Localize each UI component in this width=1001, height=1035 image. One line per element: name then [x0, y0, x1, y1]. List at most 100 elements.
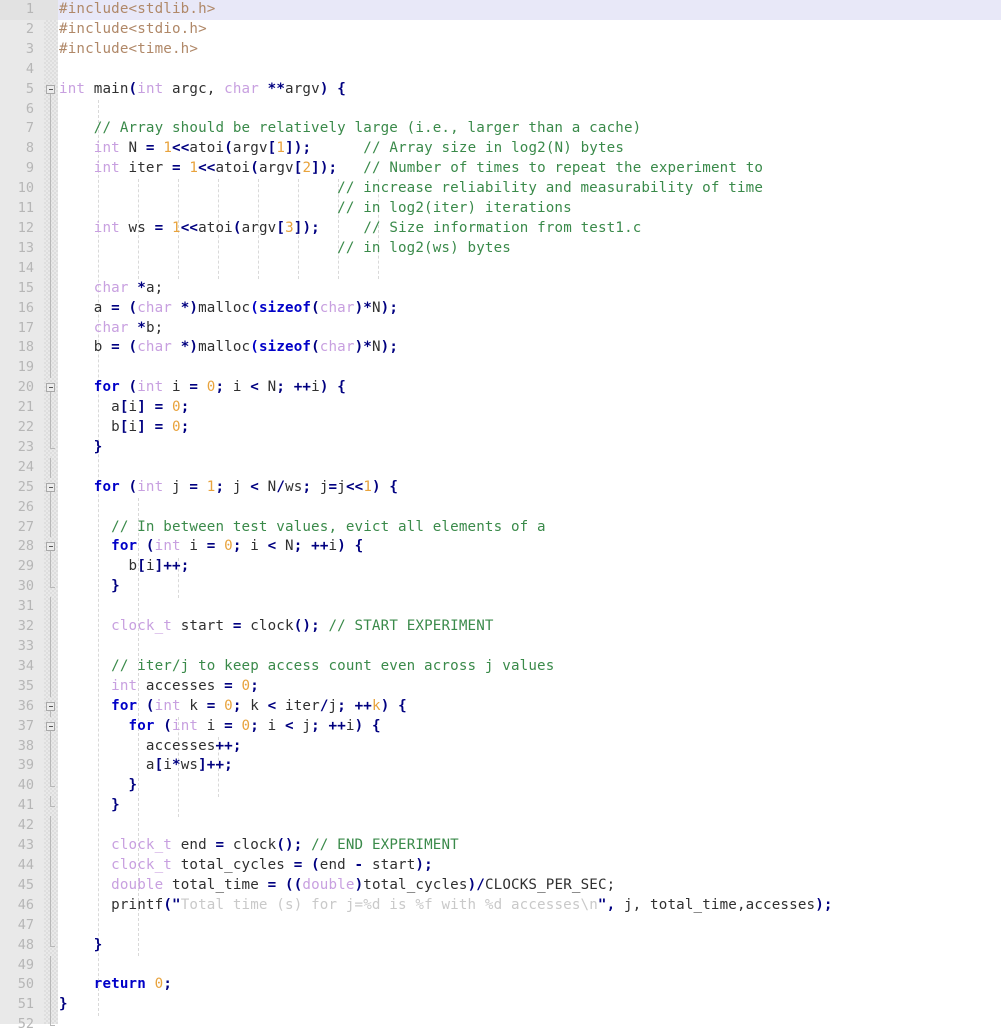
code-line[interactable]: 35 int accesses = 0; — [0, 676, 1001, 697]
code-line[interactable]: 30 } — [0, 577, 1001, 597]
code-line[interactable]: 42 — [0, 816, 1001, 837]
code-line[interactable]: 6 — [0, 99, 1001, 120]
code-text[interactable]: printf("Total time (s) for j=%d is %f wi… — [59, 896, 833, 916]
code-line[interactable]: 9 int iter = 1<<atoi(argv[2]); // Number… — [0, 159, 1001, 180]
code-text[interactable]: char *a; — [59, 279, 163, 299]
code-text[interactable]: b = (char *)malloc(sizeof(char)*N); — [59, 338, 398, 358]
code-line[interactable]: 37 for (int i = 0; i < j; ++i) { — [0, 717, 1001, 737]
code-text[interactable]: // iter/j to keep access count even acro… — [59, 657, 554, 677]
code-text[interactable]: for (int k = 0; k < iter/j; ++k) { — [59, 697, 407, 717]
code-text[interactable]: } — [59, 995, 68, 1015]
code-line[interactable]: 2 #include<stdio.h> — [0, 20, 1001, 40]
code-line[interactable]: 39 a[i*ws]++; — [0, 756, 1001, 777]
fold-toggle-icon[interactable] — [45, 80, 58, 100]
code-text[interactable]: int N = 1<<atoi(argv[1]); // Array size … — [59, 139, 624, 159]
code-line[interactable]: 45 double total_time = ((double)total_cy… — [0, 875, 1001, 896]
code-line[interactable]: 44 clock_t total_cycles = (end - start); — [0, 855, 1001, 876]
fold-toggle-icon[interactable] — [45, 537, 58, 558]
code-text[interactable]: } — [59, 577, 120, 597]
code-text[interactable]: // in log2(ws) bytes — [59, 239, 511, 259]
code-text[interactable]: #include<time.h> — [59, 40, 198, 60]
code-text[interactable]: clock_t end = clock(); // END EXPERIMENT — [59, 836, 459, 856]
code-lines[interactable]: 1 #include<stdlib.h> 2 #include<stdio.h> 3 #i… — [0, 0, 1001, 1035]
code-line[interactable]: 1 #include<stdlib.h> — [0, 0, 1001, 20]
code-line[interactable]: 47 — [0, 915, 1001, 936]
code-text[interactable]: // Array should be relatively large (i.e… — [59, 119, 641, 139]
code-line[interactable]: 21 a[i] = 0; — [0, 398, 1001, 419]
code-text[interactable]: double total_time = ((double)total_cycle… — [59, 876, 615, 896]
code-line[interactable]: 10 // increase reliability and measurabi… — [0, 179, 1001, 200]
fold-minus-icon[interactable] — [46, 701, 55, 711]
code-line[interactable]: 18 b = (char *)malloc(sizeof(char)*N); — [0, 338, 1001, 359]
code-line[interactable]: 3 #include<time.h> — [0, 40, 1001, 60]
code-line[interactable]: 40 } — [0, 776, 1001, 796]
code-line[interactable]: 22 b[i] = 0; — [0, 418, 1001, 438]
code-text[interactable]: } — [59, 796, 120, 816]
code-line[interactable]: 52 — [0, 1015, 1001, 1035]
code-text[interactable]: #include<stdio.h> — [59, 20, 207, 40]
fold-toggle-icon[interactable] — [45, 717, 58, 737]
code-text[interactable]: for (int i = 0; i < j; ++i) { — [59, 717, 381, 737]
code-line[interactable]: 15 char *a; — [0, 278, 1001, 299]
code-text[interactable]: for (int i = 0; i < N; ++i) { — [59, 537, 363, 557]
code-line[interactable]: 12 int ws = 1<<atoi(argv[3]); // Size in… — [0, 218, 1001, 239]
code-line[interactable]: 51} — [0, 995, 1001, 1016]
code-line[interactable]: 38 accesses++; — [0, 736, 1001, 757]
code-text[interactable]: int main(int argc, char **argv) { — [59, 80, 346, 100]
code-text[interactable]: // in log2(iter) iterations — [59, 199, 572, 219]
code-text[interactable]: #include<stdlib.h> — [59, 0, 215, 20]
fold-toggle-icon[interactable] — [45, 478, 58, 498]
code-line[interactable]: 26 — [0, 497, 1001, 518]
code-line[interactable]: 25 for (int j = 1; j < N/ws; j=j<<1) { — [0, 478, 1001, 498]
code-text[interactable]: b[i]++; — [59, 557, 190, 577]
code-line[interactable]: 20 for (int i = 0; i < N; ++i) { — [0, 378, 1001, 399]
code-line[interactable]: 23 } — [0, 437, 1001, 458]
code-text[interactable]: a = (char *)malloc(sizeof(char)*N); — [59, 299, 398, 319]
code-text[interactable]: accesses++; — [59, 737, 242, 757]
code-line[interactable]: 49 — [0, 955, 1001, 976]
code-text[interactable]: int accesses = 0; — [59, 677, 259, 697]
code-line[interactable]: 13 // in log2(ws) bytes — [0, 238, 1001, 259]
code-line[interactable]: 46 printf("Total time (s) for j=%d is %f… — [0, 895, 1001, 916]
code-line[interactable]: 7 // Array should be relatively large (i… — [0, 119, 1001, 140]
code-line[interactable]: 24 — [0, 457, 1001, 478]
code-text[interactable]: int iter = 1<<atoi(argv[2]); // Number o… — [59, 159, 763, 179]
fold-minus-icon[interactable] — [46, 482, 55, 492]
code-text[interactable]: char *b; — [59, 319, 163, 339]
code-line[interactable]: 43 clock_t end = clock(); // END EXPERIM… — [0, 836, 1001, 856]
code-text[interactable]: int ws = 1<<atoi(argv[3]); // Size infor… — [59, 219, 642, 239]
code-text[interactable]: clock_t start = clock(); // START EXPERI… — [59, 617, 494, 637]
fold-minus-icon[interactable] — [46, 721, 55, 731]
code-line[interactable]: 41 } — [0, 796, 1001, 816]
code-line[interactable]: 17 char *b; — [0, 318, 1001, 339]
code-line[interactable]: 36 for (int k = 0; k < iter/j; ++k) { — [0, 697, 1001, 717]
code-line[interactable]: 34 // iter/j to keep access count even a… — [0, 656, 1001, 677]
code-line[interactable]: 48 } — [0, 935, 1001, 956]
code-text[interactable]: // In between test values, evict all ele… — [59, 518, 546, 538]
fold-minus-icon[interactable] — [46, 383, 55, 393]
code-text[interactable]: for (int i = 0; i < N; ++i) { — [59, 378, 346, 398]
code-line[interactable]: 5 int main(int argc, char **argv) { — [0, 80, 1001, 100]
code-text[interactable]: } — [59, 936, 103, 956]
code-text[interactable]: b[i] = 0; — [59, 418, 189, 438]
code-text[interactable]: for (int j = 1; j < N/ws; j=j<<1) { — [59, 478, 398, 498]
code-text[interactable]: a[i] = 0; — [59, 398, 189, 418]
fold-minus-icon[interactable] — [46, 542, 55, 552]
code-line[interactable]: 31 — [0, 597, 1001, 618]
code-line[interactable]: 50 return 0; — [0, 975, 1001, 996]
fold-toggle-icon[interactable] — [45, 697, 58, 717]
code-text[interactable]: a[i*ws]++; — [59, 756, 233, 776]
code-text[interactable]: return 0; — [59, 975, 172, 995]
code-line[interactable]: 11 // in log2(iter) iterations — [0, 199, 1001, 219]
code-line[interactable]: 4 — [0, 60, 1001, 80]
code-editor[interactable]: 1 #include<stdlib.h> 2 #include<stdio.h> 3 #i… — [0, 0, 1001, 1032]
code-text[interactable]: } — [59, 438, 103, 458]
code-line[interactable]: 29 b[i]++; — [0, 557, 1001, 578]
code-text[interactable]: // increase reliability and measurabilit… — [59, 179, 763, 199]
code-line[interactable]: 32 clock_t start = clock(); // START EXP… — [0, 617, 1001, 637]
code-line[interactable]: 19 — [0, 358, 1001, 379]
code-text[interactable]: } — [59, 776, 138, 796]
code-line[interactable]: 33 — [0, 637, 1001, 657]
code-line[interactable]: 27 // In between test values, evict all … — [0, 517, 1001, 538]
code-text[interactable]: clock_t total_cycles = (end - start); — [59, 856, 433, 876]
